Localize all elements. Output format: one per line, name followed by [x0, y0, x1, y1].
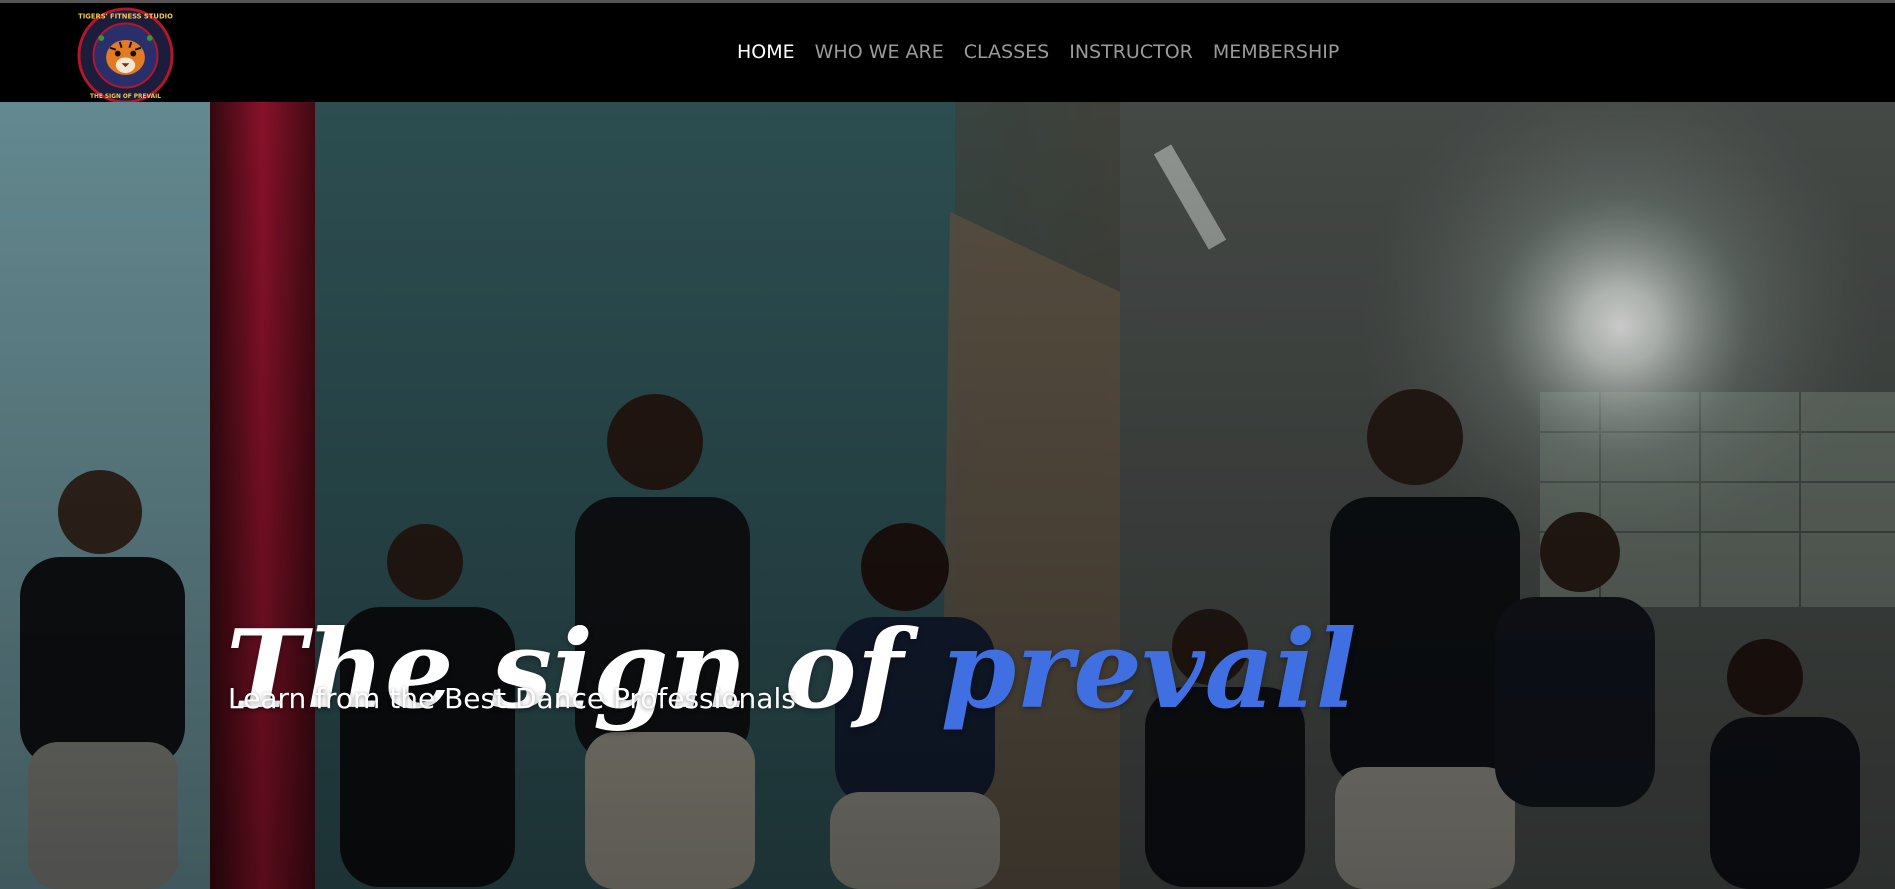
hero-background-image — [0, 102, 1895, 889]
tiger-face-icon: TIGERS' FITNESS STUDIO THE SIGN OF PREVA… — [77, 7, 174, 104]
hero-title-accent: prevail — [940, 607, 1357, 734]
hero-section: The sign of prevail Learn from the Best … — [0, 102, 1895, 889]
brand-logo[interactable]: TIGERS' FITNESS STUDIO THE SIGN OF PREVA… — [77, 7, 174, 104]
nav-classes[interactable]: CLASSES — [964, 41, 1049, 63]
nav-who-we-are[interactable]: WHO WE ARE — [815, 41, 944, 63]
main-navigation: HOME WHO WE ARE CLASSES INSTRUCTOR MEMBE… — [737, 41, 1339, 63]
hero-subtitle: Learn from the Best Dance Professionals — [228, 682, 796, 715]
nav-home[interactable]: HOME — [737, 41, 795, 63]
navbar: TIGERS' FITNESS STUDIO THE SIGN OF PREVA… — [0, 3, 1895, 104]
nav-instructor[interactable]: INSTRUCTOR — [1069, 41, 1193, 63]
svg-text:THE SIGN OF PREVAIL: THE SIGN OF PREVAIL — [90, 94, 161, 100]
nav-membership[interactable]: MEMBERSHIP — [1213, 41, 1339, 63]
svg-text:TIGERS' FITNESS STUDIO: TIGERS' FITNESS STUDIO — [78, 13, 173, 21]
